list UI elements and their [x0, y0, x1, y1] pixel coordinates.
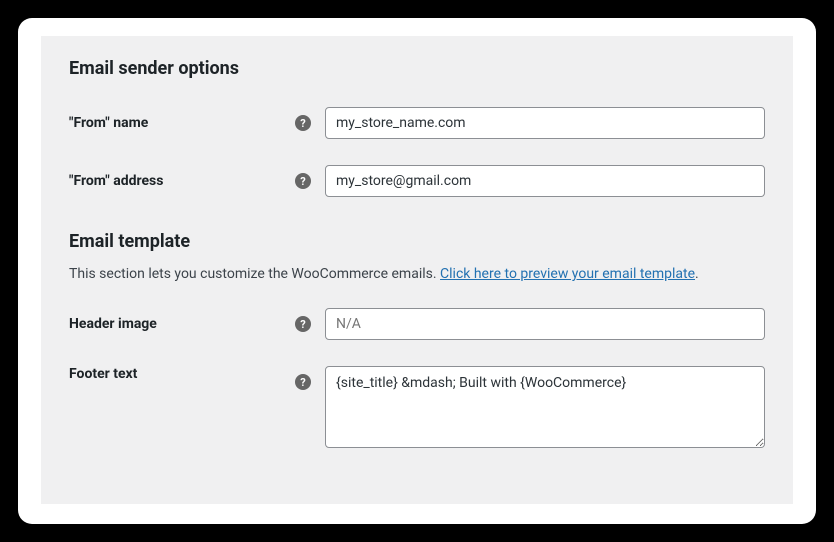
settings-window: Email sender options "From" name ? "From…	[18, 18, 816, 524]
description-suffix: .	[695, 266, 699, 282]
preview-template-link[interactable]: Click here to preview your email templat…	[440, 266, 695, 282]
from-address-label: "From" address	[69, 173, 295, 189]
help-icon[interactable]: ?	[295, 115, 311, 131]
template-description: This section lets you customize the WooC…	[69, 266, 765, 282]
help-icon[interactable]: ?	[295, 316, 311, 332]
header-image-input[interactable]	[325, 308, 765, 340]
help-icon[interactable]: ?	[295, 173, 311, 189]
field-row-from-address: "From" address ?	[69, 165, 765, 197]
field-row-from-name: "From" name ?	[69, 107, 765, 139]
field-row-footer-text: Footer text ?	[69, 366, 765, 448]
footer-text-label: Footer text	[69, 366, 295, 382]
settings-panel: Email sender options "From" name ? "From…	[41, 36, 793, 504]
description-prefix: This section lets you customize the WooC…	[69, 266, 440, 282]
field-row-header-image: Header image ?	[69, 308, 765, 340]
from-address-input[interactable]	[325, 165, 765, 197]
section-title-sender: Email sender options	[69, 58, 765, 79]
section-title-template: Email template	[69, 231, 765, 252]
from-name-input[interactable]	[325, 107, 765, 139]
from-name-label: "From" name	[69, 115, 295, 131]
footer-text-textarea[interactable]	[325, 366, 765, 448]
help-icon[interactable]: ?	[295, 374, 311, 390]
header-image-label: Header image	[69, 316, 295, 332]
